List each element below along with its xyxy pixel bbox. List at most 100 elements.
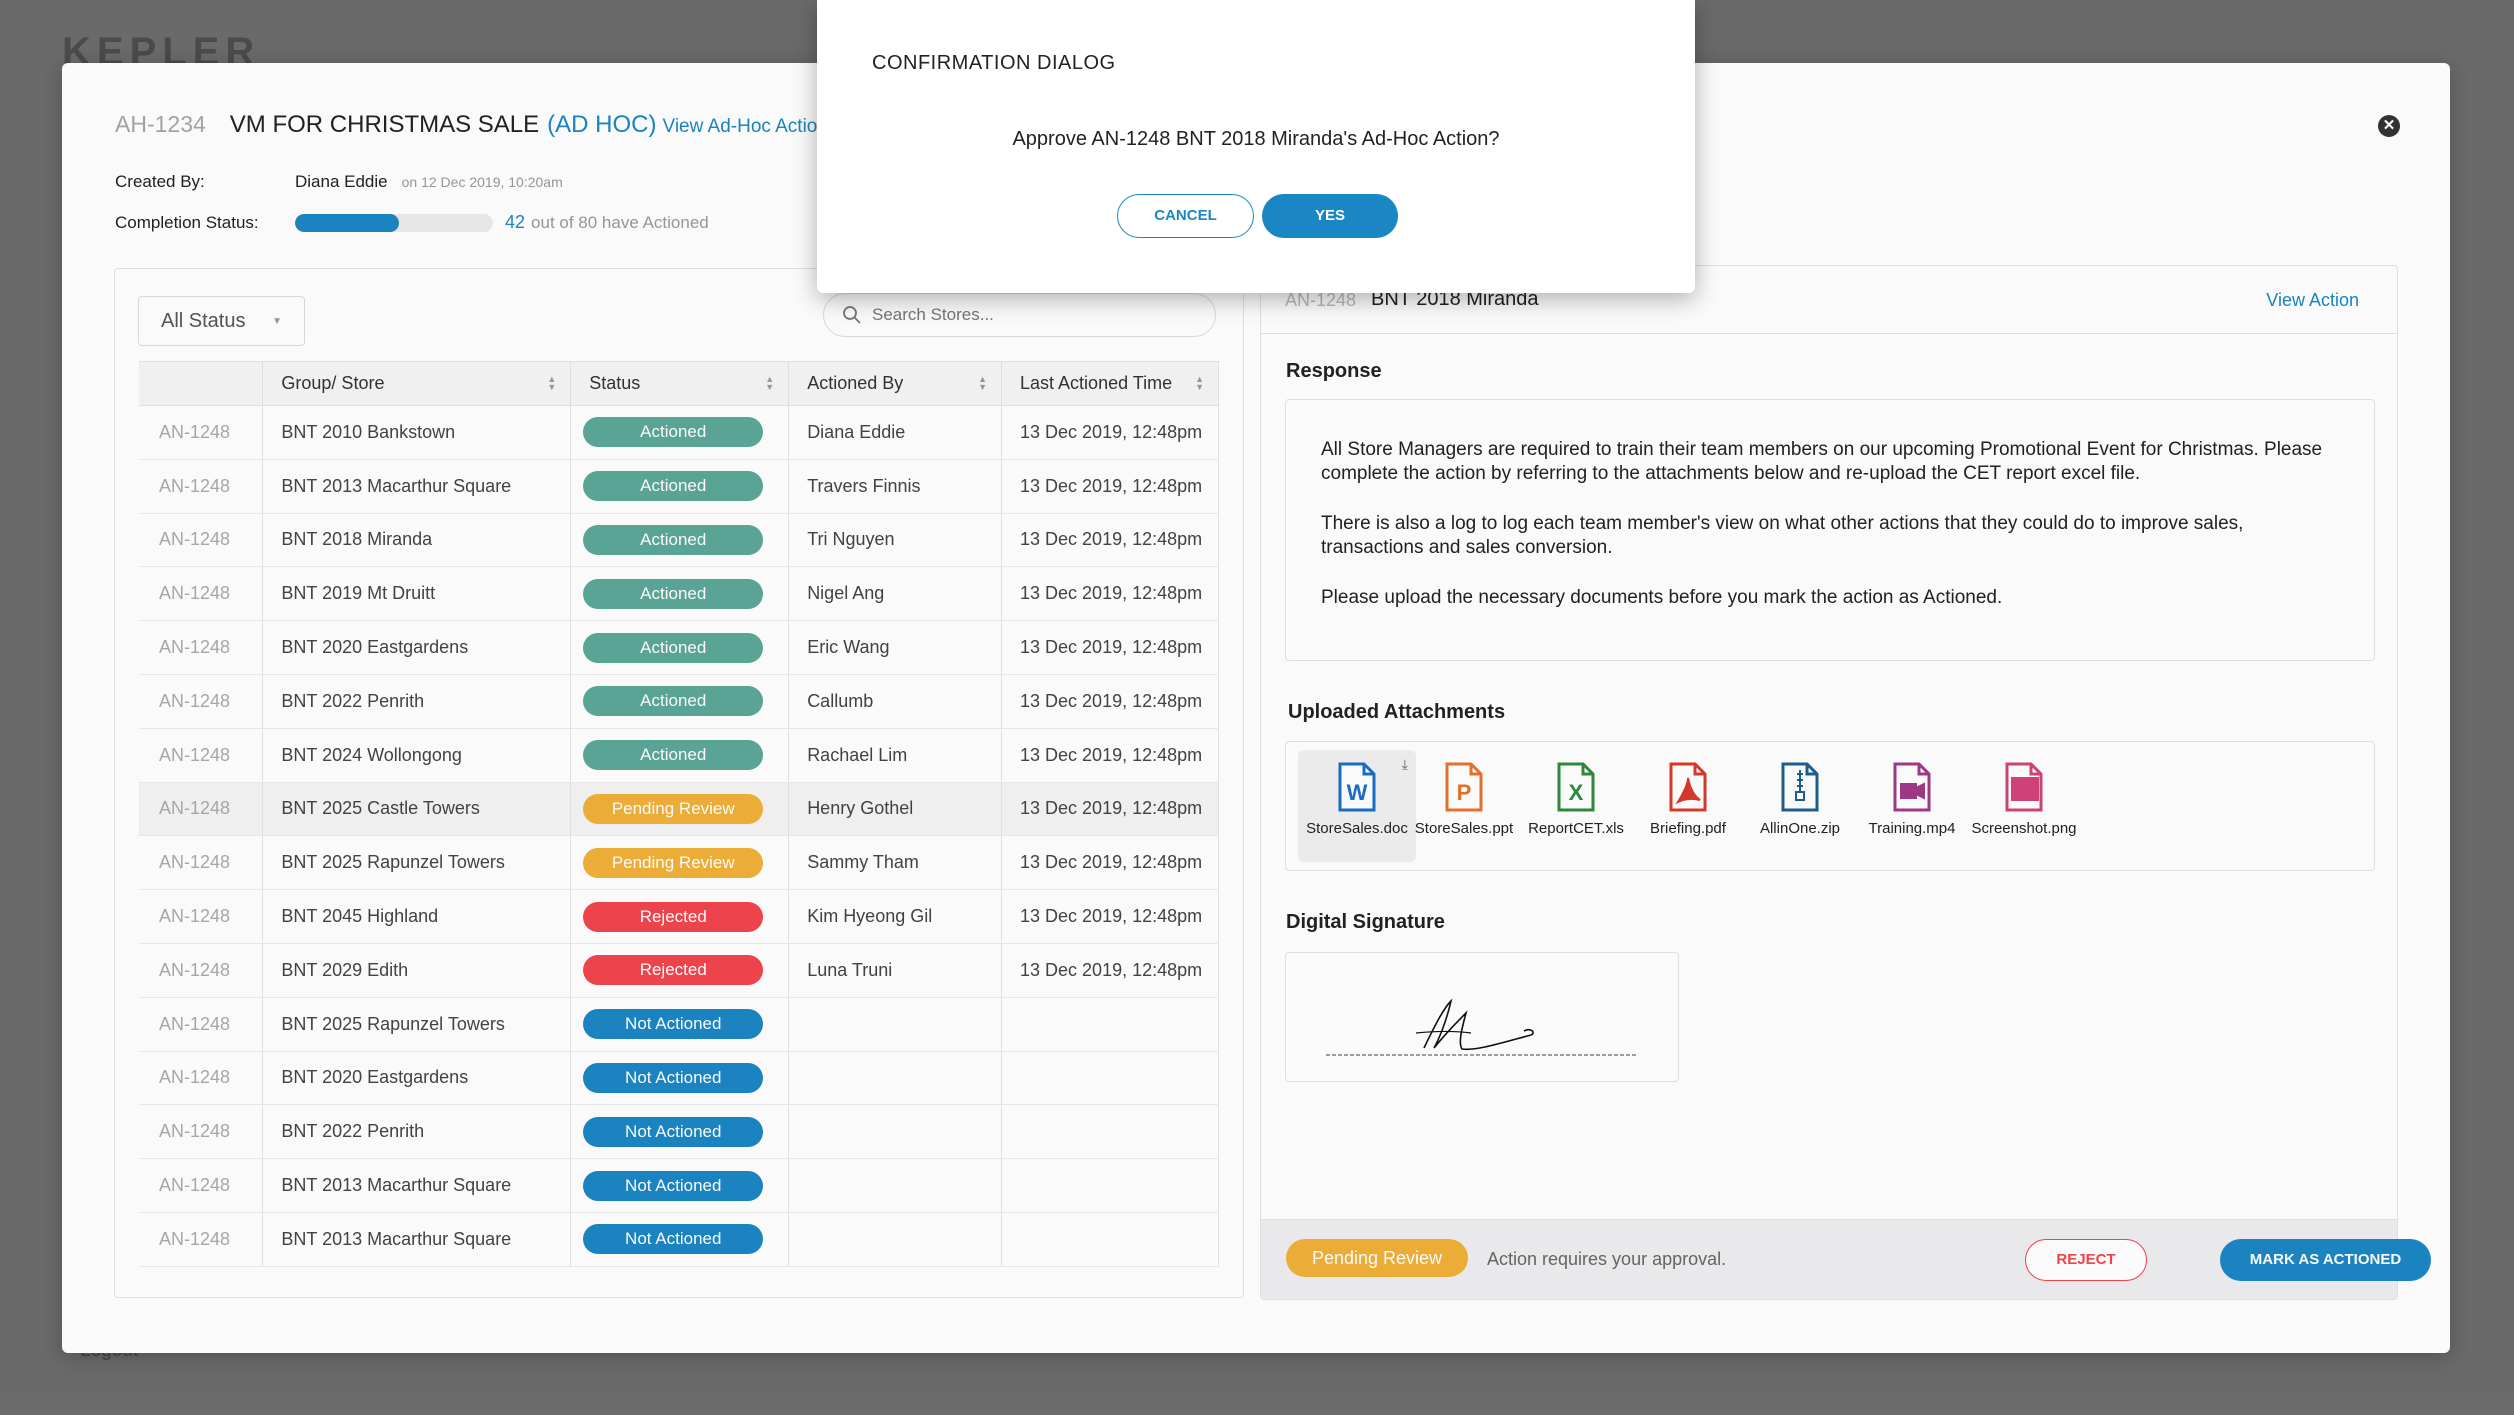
table-row[interactable]: AN-1248 BNT 2013 Macarthur Square Actioned… [139,459,1219,514]
cancel-button[interactable]: CANCEL [1117,194,1254,238]
row-actioned-time-cell: 13 Dec 2019, 12:48pm [1001,943,1219,998]
attachment-item[interactable]: W ⤓ StoreSales.doc [1298,750,1416,862]
row-status-cell: Not Actioned [570,1104,790,1160]
row-actioned-by-cell: Diana Eddie [788,405,1003,460]
attachment-item[interactable]: X ReportCET.xls [1520,750,1632,862]
table-row[interactable]: AN-1248 BNT 2010 Bankstown Actioned Diana E… [139,405,1219,460]
store-search[interactable] [823,293,1216,337]
store-detail-panel: AN-1248 BNT 2018 Miranda View Action Res… [1260,265,2431,1300]
status-badge: Actioned [583,578,764,609]
row-status-cell: Not Actioned [570,1051,790,1106]
row-actioned-time-cell: 13 Dec 2019, 12:48pm [1001,513,1219,568]
created-by-label: Created By: [115,172,205,191]
row-store-cell: BNT 2025 Rapunzel Towers [262,835,572,891]
completion-progress-bar [295,213,493,232]
table-row[interactable]: AN-1248 BNT 2022 Penrith Not Actioned [139,1104,1219,1160]
table-row[interactable]: AN-1248 BNT 2022 Penrith Actioned Callumb 13… [139,674,1219,729]
row-store-cell: BNT 2020 Eastgardens [262,620,572,675]
attachment-item[interactable]: P StoreSales.ppt [1408,750,1520,862]
action-title: VM FOR CHRISTMAS SALE [229,111,540,138]
pdf-icon [1669,762,1707,812]
detail-code: AN-1248 [1285,290,1357,310]
table-row[interactable]: AN-1248 BNT 2020 Eastgardens Not Actioned [139,1051,1219,1106]
status-badge: Pending Review [583,847,764,878]
row-store-cell: BNT 2018 Miranda [262,513,572,568]
row-status-cell: Not Actioned [570,997,790,1052]
status-badge: Not Actioned [583,1224,764,1255]
attachment-item[interactable]: Briefing.pdf [1632,750,1744,862]
row-code-cell: AN-1248 [139,835,264,891]
status-badge: Actioned [583,632,764,663]
completion-label: Completion Status: [115,212,259,232]
row-code-cell: AN-1248 [139,620,264,675]
row-status-cell: Actioned [570,566,790,622]
row-actioned-by-cell [788,1158,1003,1213]
response-paragraph: All Store Managers are required to train… [1321,439,2323,484]
sort-icon[interactable]: ▲ ▼ [1195,375,1204,392]
row-code-cell: AN-1248 [139,943,264,998]
completion-row: Completion Status: 42 out of 80 have Act… [115,212,709,233]
table-row[interactable]: AN-1248 BNT 2020 Eastgardens Actioned Eric … [139,620,1219,675]
table-row[interactable]: AN-1248 BNT 2018 Miranda Actioned Tri Nguye… [139,513,1219,568]
table-row[interactable]: AN-1248 BNT 2019 Mt Druitt Actioned Nigel A… [139,566,1219,622]
attachment-name: StoreSales.ppt [1414,820,1514,837]
status-badge: Actioned [583,686,764,717]
sort-icon[interactable]: ▲ ▼ [765,375,774,392]
row-store-cell: BNT 2045 Highland [262,889,572,944]
row-actioned-time-cell: 13 Dec 2019, 12:48pm [1001,728,1219,783]
response-title: Response [1286,360,1382,382]
table-row[interactable]: AN-1248 BNT 2025 Rapunzel Towers Pending R… [139,835,1219,891]
attachment-item[interactable]: Training.mp4 [1856,750,1968,862]
status-badge: Actioned [583,524,764,555]
table-row[interactable]: AN-1248 BNT 2025 Castle Towers Pending Rev… [139,782,1219,837]
progress-fill [295,213,399,232]
table-body: AN-1248 BNT 2010 Bankstown Actioned Diana E… [139,405,1219,1267]
close-icon[interactable]: ✕ [2378,115,2400,137]
row-store-cell: BNT 2025 Castle Towers [262,782,572,837]
attachment-item[interactable]: AllinOne.zip [1744,750,1856,862]
attachment-name: Training.mp4 [1868,820,1956,837]
row-status-cell: Pending Review [570,835,790,891]
table-row[interactable]: AN-1248 BNT 2025 Rapunzel Towers Not Actio… [139,997,1219,1052]
row-actioned-by-cell: Kim Hyeong Gil [788,889,1003,944]
created-by-row: Created By: Diana Eddie on 12 Dec 2019, … [115,172,563,192]
completed-rest: out of 80 have Actioned [531,212,709,232]
attachment-name: StoreSales.doc [1306,820,1408,837]
table-row[interactable]: AN-1248 BNT 2029 Edith Rejected Luna Truni 1… [139,943,1219,998]
confirmation-dialog: CONFIRMATION DIALOG Approve AN-1248 BNT … [817,0,1695,293]
column-header[interactable]: Actioned By ▲ ▼ [788,361,1003,406]
column-header[interactable]: Group/ Store ▲ ▼ [262,361,572,406]
row-status-cell: Rejected [570,943,790,998]
sort-icon[interactable]: ▲ ▼ [547,375,556,392]
row-actioned-time-cell: 13 Dec 2019, 12:48pm [1001,459,1219,514]
row-actioned-by-cell: Nigel Ang [788,566,1003,622]
attachment-name: AllinOne.zip [1759,820,1841,837]
table-row[interactable]: AN-1248 BNT 2045 Highland Rejected Kim Hyeo… [139,889,1219,944]
table-row[interactable]: AN-1248 BNT 2013 Macarthur Square Not Acti… [139,1212,1219,1267]
sort-icon[interactable]: ▲ ▼ [978,375,987,392]
row-code-cell: AN-1248 [139,405,264,460]
column-header[interactable]: Last Actioned Time ▲ ▼ [1001,361,1219,406]
table-row[interactable]: AN-1248 BNT 2024 Wollongong Actioned Rachae… [139,728,1219,783]
row-code-cell: AN-1248 [139,1158,264,1213]
table-row[interactable]: AN-1248 BNT 2013 Macarthur Square Not Acti… [139,1158,1219,1213]
row-actioned-time-cell [1001,1051,1219,1106]
column-header[interactable]: Status ▲ ▼ [570,361,790,406]
row-status-cell: Actioned [570,728,790,783]
created-by-name: Diana Eddie [295,172,388,191]
attachment-item[interactable]: Screenshot.png [1968,750,2080,862]
row-actioned-time-cell: 13 Dec 2019, 12:48pm [1001,566,1219,622]
reject-button[interactable]: REJECT [2025,1239,2147,1281]
row-status-cell: Actioned [570,459,790,514]
detail-footer: Pending Review Action requires your appr… [1261,1219,2431,1299]
modal-header: AH-1234 VM FOR CHRISTMAS SALE (AD HOC) V… [115,111,847,139]
completed-count: 42 [505,212,526,232]
view-action-link[interactable]: View Action [2266,290,2359,311]
status-filter-dropdown[interactable]: All Status ▼ [138,296,305,346]
attachments-list: W ⤓ StoreSales.doc P StoreSales.ppt X ReportCE… [1285,741,2375,871]
yes-button[interactable]: YES [1262,194,1398,238]
mark-as-actioned-button[interactable]: MARK AS ACTIONED [2220,1239,2431,1281]
row-actioned-by-cell [788,1212,1003,1267]
row-actioned-by-cell [788,1104,1003,1160]
search-input[interactable] [872,305,1192,325]
